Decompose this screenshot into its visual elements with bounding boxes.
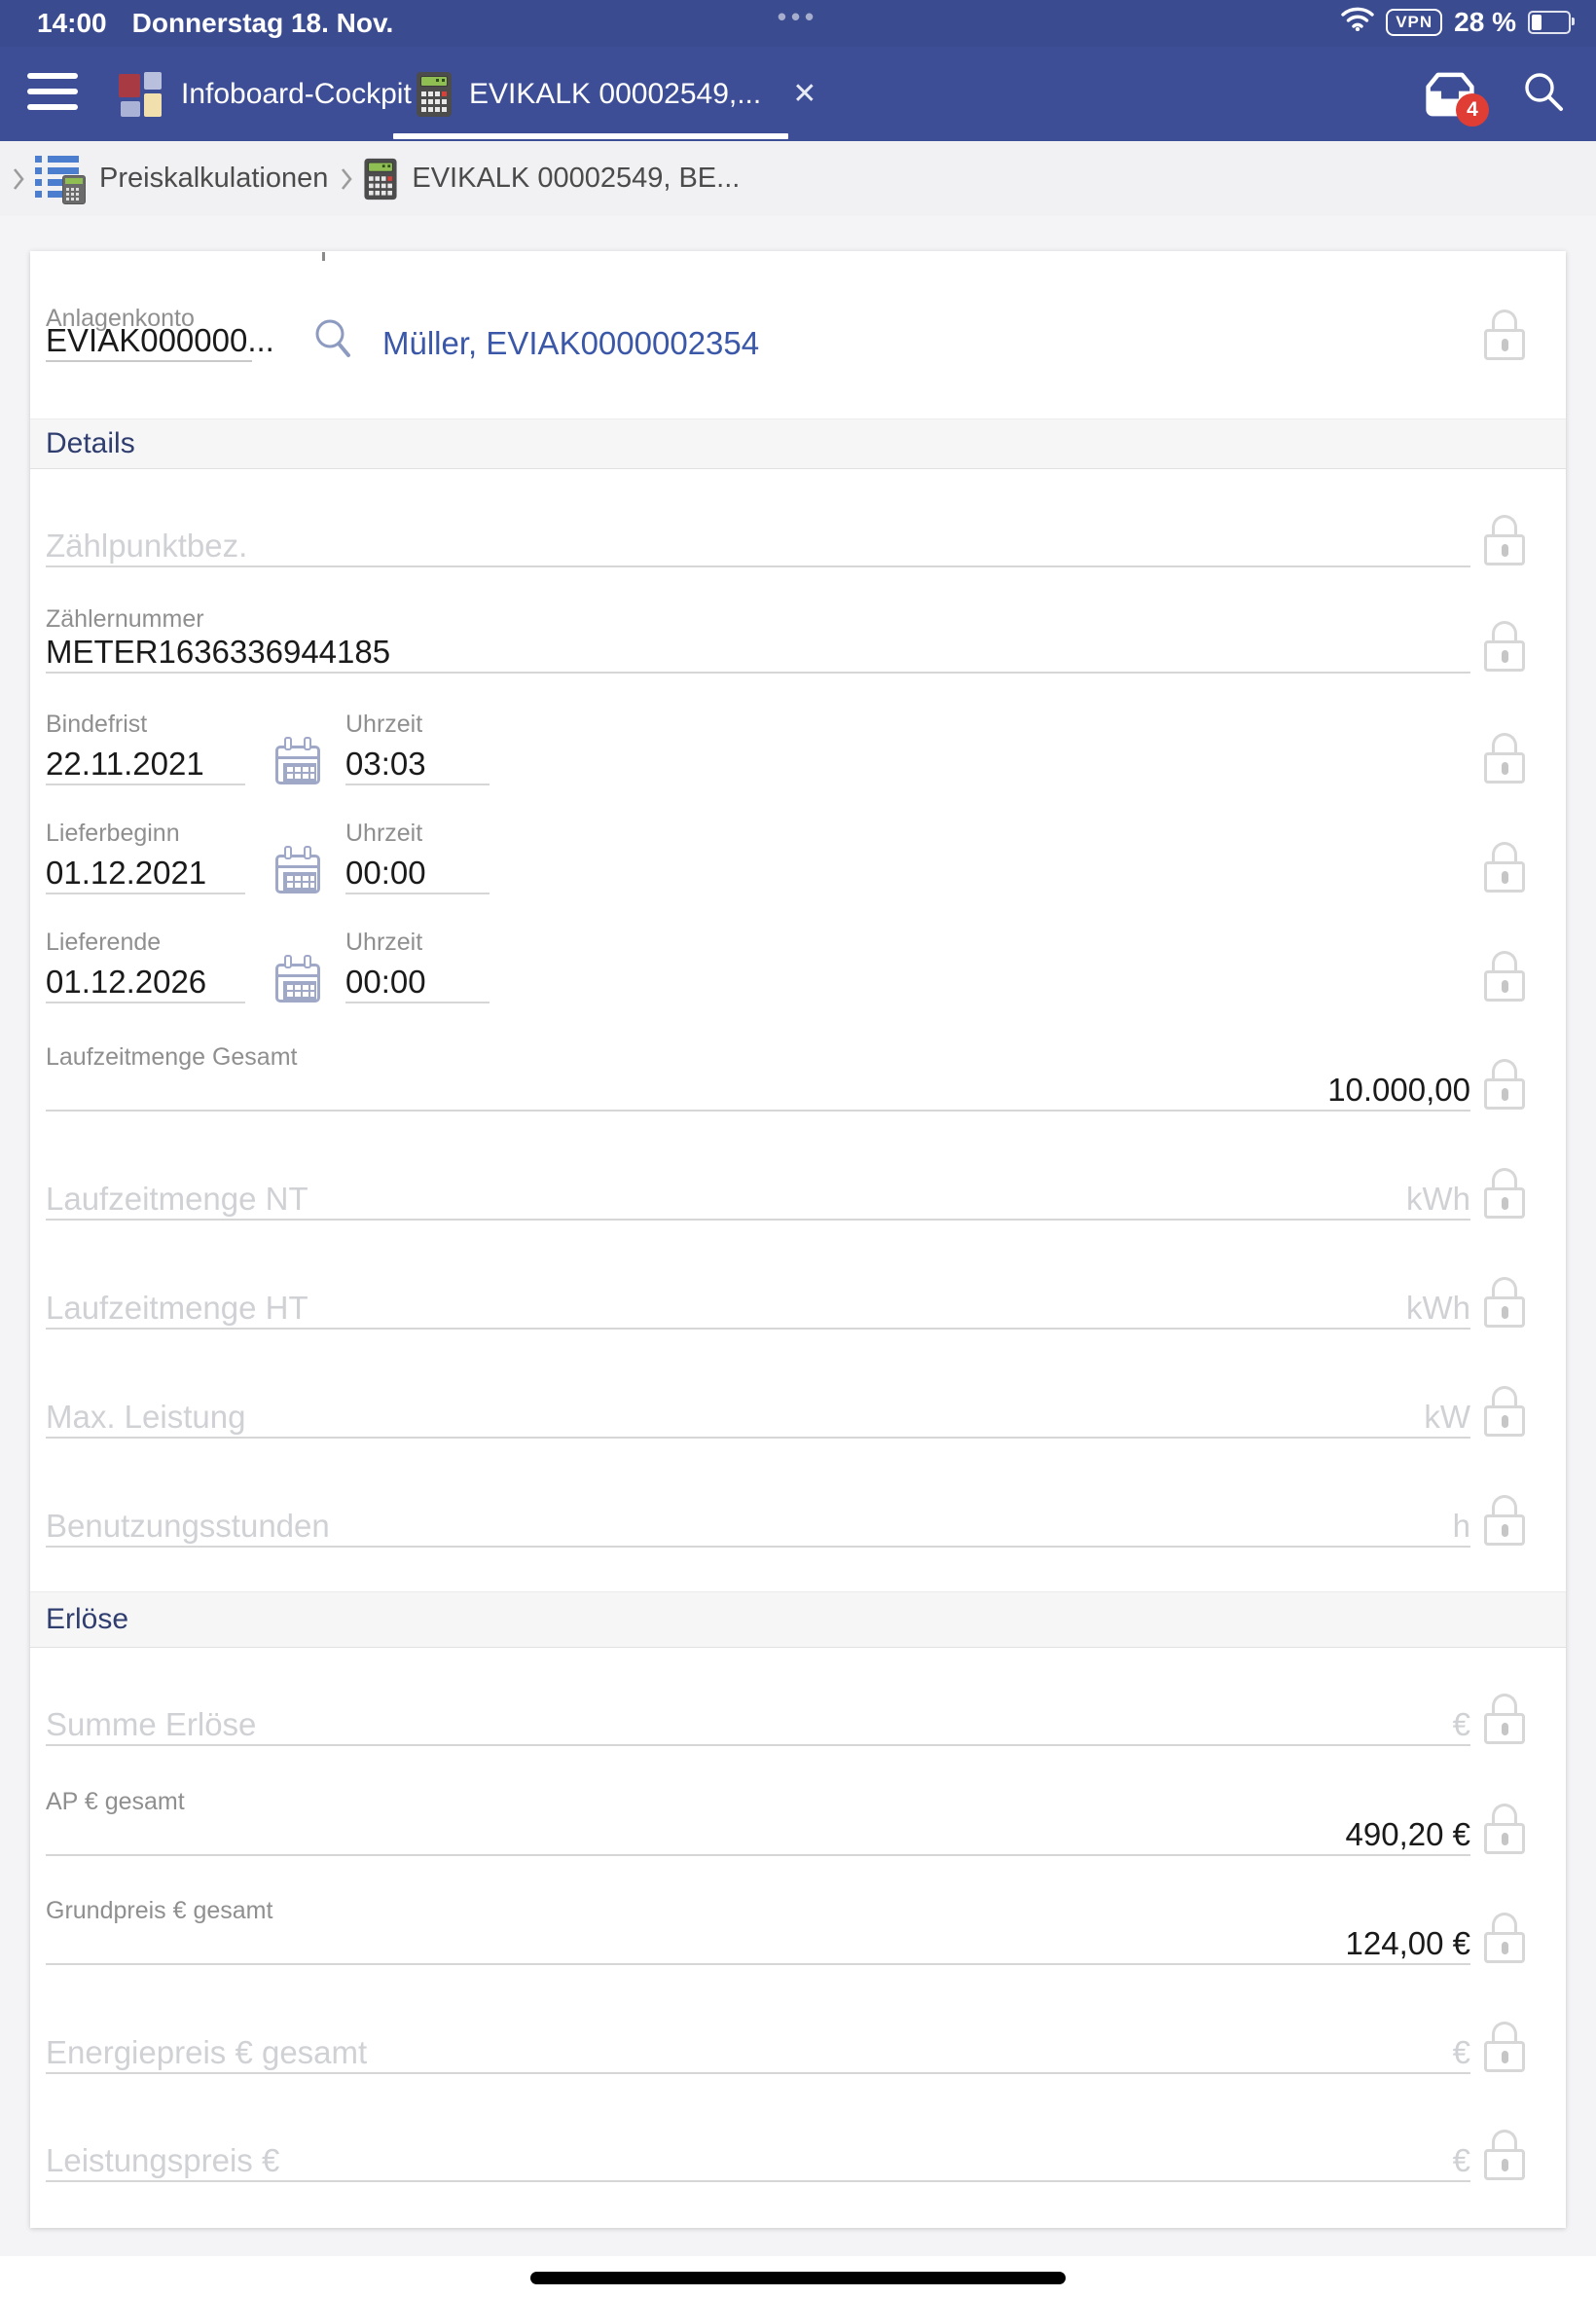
lock-icon [1484,1059,1525,1110]
lock-icon [1484,1277,1525,1328]
lieferbeginn-time-label: Uhrzeit [345,820,422,848]
calculator-icon [417,72,452,117]
lock-icon [1484,515,1525,565]
lock-icon [1484,2130,1525,2180]
lock-icon [1484,1386,1525,1437]
search-button[interactable] [1520,68,1567,120]
anlagenkonto-link[interactable]: Müller, EVIAK0000002354 [382,325,759,362]
lieferende-date-input[interactable]: 01.12.2026 [46,959,245,1003]
lieferende-label: Lieferende [46,929,161,957]
menu-icon[interactable] [27,73,78,112]
calendar-icon[interactable] [275,955,320,1003]
energiepreis-gesamt-input[interactable]: Energiepreis € gesamt € [46,2029,1470,2074]
dashboard-tiles-icon [119,72,163,117]
battery-icon [1528,11,1571,34]
laufzeitmenge-ht-input[interactable]: Laufzeitmenge HT kWh [46,1285,1470,1330]
lock-icon [1484,842,1525,893]
unit-label: € [1453,2141,1470,2180]
ap-gesamt-input[interactable]: 490,20 € [46,1811,1470,1856]
anlagenkonto-input[interactable]: EVIAK000000... [46,317,252,362]
active-tab-indicator [393,133,788,139]
breadcrumb-item-preiskalkulationen[interactable]: Preiskalkulationen [35,154,328,204]
unit-label: € [1453,1705,1470,1744]
tab-label: Infoboard-Cockpit [181,78,412,111]
breadcrumb-label: Preiskalkulationen [99,163,328,195]
lock-icon [1484,310,1525,360]
max-leistung-input[interactable]: Max. Leistung kW [46,1394,1470,1439]
inbox-badge: 4 [1456,93,1489,127]
lock-icon [1484,1913,1525,1963]
wifi-icon [1341,6,1374,38]
section-details: Details [30,419,1566,469]
zaehlernummer-input[interactable]: METER1636336944185 [46,629,1470,674]
value-help-search-icon [311,315,354,362]
benutzungsstunden-input[interactable]: Benutzungsstunden h [46,1503,1470,1548]
laufzeitmenge-nt-input[interactable]: Laufzeitmenge NT kWh [46,1176,1470,1221]
laufzeitmenge-gesamt-input[interactable]: 10.000,00 [46,1067,1470,1112]
summe-erloese-input[interactable]: Summe Erlöse € [46,1701,1470,1746]
bindefrist-time-label: Uhrzeit [345,711,422,739]
search-icon [1520,68,1567,115]
value-help-button[interactable] [311,315,354,362]
chevron-right-icon [12,166,25,192]
calculator-icon [365,158,397,199]
lock-icon [1484,2022,1525,2072]
unit-label: kW [1424,1398,1470,1437]
nav-bar: Infoboard-Cockpit EVIKALK 00002549,... ✕… [0,47,1596,141]
calendar-icon[interactable] [275,846,320,894]
tab-label: EVIKALK 00002549,... [469,78,761,111]
breadcrumb-item-evikalk[interactable]: EVIKALK 00002549, BE... [363,157,740,201]
bindefrist-date-input[interactable]: 22.11.2021 [46,741,245,785]
lock-icon [1484,1804,1525,1854]
page-background: Anlagenkonto EVIAK000000... Müller, EVIA… [0,216,1596,2297]
breadcrumb: Preiskalkulationen EVIKALK 00002549, BE.… [0,141,1596,216]
lieferbeginn-date-input[interactable]: 01.12.2021 [46,850,245,894]
chevron-right-icon [340,166,353,192]
unit-label: kWh [1406,1180,1470,1219]
lieferbeginn-label: Lieferbeginn [46,820,180,848]
tab-evikalk[interactable]: EVIKALK 00002549,... ✕ [417,47,816,141]
lock-icon [1484,1168,1525,1219]
unit-label: € [1453,2033,1470,2072]
home-indicator[interactable] [530,2272,1066,2284]
lieferbeginn-time-input[interactable]: 00:00 [345,850,490,894]
list-calculator-icon [35,154,86,204]
grundpreis-gesamt-input[interactable]: 124,00 € [46,1920,1470,1965]
lock-icon [1484,951,1525,1002]
leistungspreis-input[interactable]: Leistungspreis € € [46,2137,1470,2182]
lieferende-time-label: Uhrzeit [345,929,422,957]
bindefrist-time-input[interactable]: 03:03 [345,741,490,785]
tab-infoboard-cockpit[interactable]: Infoboard-Cockpit [119,47,412,141]
breadcrumb-label: EVIKALK 00002549, BE... [412,163,740,195]
close-tab-icon[interactable]: ✕ [792,77,816,111]
bindefrist-label: Bindefrist [46,711,147,739]
lock-icon [1484,621,1525,672]
lock-icon [1484,1694,1525,1744]
vpn-badge: VPN [1386,9,1442,36]
scroll-artifact [322,252,325,261]
form-card: Anlagenkonto EVIAK000000... Müller, EVIA… [30,251,1566,2228]
unit-label: kWh [1406,1289,1470,1328]
lock-icon [1484,1495,1525,1546]
inbox-button[interactable]: 4 [1423,70,1477,119]
calendar-icon[interactable] [275,737,320,785]
section-erloese: Erlöse [30,1591,1566,1648]
status-bar: 14:00 Donnerstag 18. Nov. ••• VPN 28 % [0,0,1596,47]
lieferende-time-input[interactable]: 00:00 [345,959,490,1003]
battery-percent: 28 % [1454,7,1516,38]
zaehlpunktbez-input[interactable]: Zählpunktbez. [46,523,1470,567]
lock-icon [1484,733,1525,784]
unit-label: h [1453,1507,1470,1546]
